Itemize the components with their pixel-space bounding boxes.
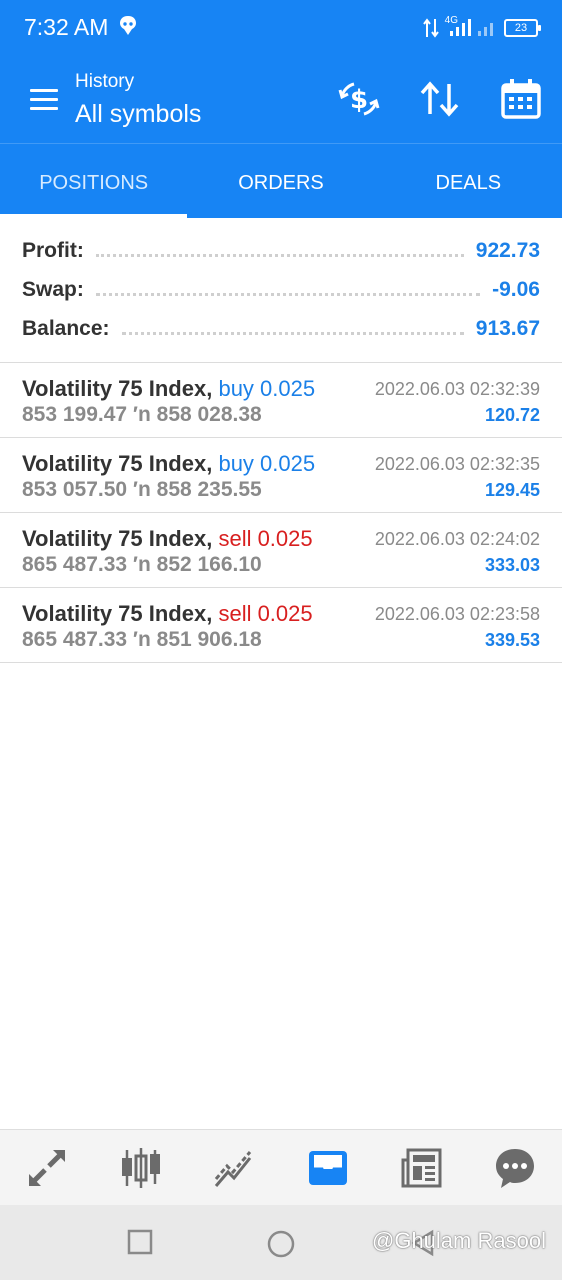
position-prices: 853 199.47 ′n 858 028.38 [22, 403, 262, 426]
balance-row: Balance: 913.67 [22, 315, 540, 343]
status-indicators: 4G 23 [422, 14, 541, 40]
nav-quotes[interactable] [0, 1130, 94, 1205]
notification-icon [120, 16, 136, 35]
currency-exchange-icon[interactable]: $ [336, 76, 382, 122]
quotes-arrows-icon [28, 1149, 65, 1186]
position-symbol: Volatility 75 Index, [22, 376, 213, 401]
battery-level: 23 [514, 22, 528, 34]
dotted-leader [95, 253, 464, 257]
network-type: 4G [444, 14, 458, 26]
balance-label: Balance: [22, 317, 110, 340]
position-prices: 865 487.33 ′n 851 906.18 [22, 628, 262, 651]
battery-icon: 23 [504, 19, 541, 37]
position-direction: buy 0.025 [218, 451, 316, 476]
summary-panel: Profit: 922.73 Swap: -9.06 Balance: 913.… [0, 218, 562, 363]
position-symbol: Volatility 75 Index, [22, 451, 213, 476]
status-bar: 7:32 AM 4G 23 [0, 0, 562, 56]
swap-value: -9.06 [492, 278, 540, 301]
position-time: 2022.06.03 02:24:02 [374, 529, 540, 549]
nav-news[interactable] [375, 1130, 469, 1205]
position-direction: sell 0.025 [218, 601, 313, 626]
dotted-leader [95, 292, 481, 296]
swap-label: Swap: [22, 278, 84, 301]
trend-icon [215, 1150, 252, 1187]
position-direction: buy 0.025 [218, 376, 316, 401]
nav-chart[interactable] [94, 1130, 188, 1205]
position-direction: sell 0.025 [218, 526, 313, 551]
position-symbol-line: Volatility 75 Index, buy 0.025 [22, 376, 315, 402]
watermark: @Ghulam Rasool [372, 1228, 546, 1253]
menu-icon [30, 89, 58, 92]
home-icon[interactable] [266, 1229, 296, 1259]
profit-row: Profit: 922.73 [22, 237, 540, 265]
menu-icon-bar [30, 107, 58, 110]
data-transfer-icon [422, 18, 439, 38]
position-row[interactable]: Volatility 75 Index, sell 0.025 865 487.… [0, 513, 562, 588]
svg-text:$: $ [350, 85, 368, 115]
page-subtitle: History [75, 71, 135, 92]
nav-trade[interactable] [187, 1130, 281, 1205]
profit-value: 922.73 [475, 239, 540, 262]
position-symbol: Volatility 75 Index, [22, 526, 213, 551]
balance-value: 913.67 [475, 317, 540, 340]
positions-list: Volatility 75 Index, buy 0.025 853 199.4… [0, 363, 562, 663]
tab-deals[interactable]: DEALS [375, 144, 562, 218]
position-profit: 339.53 [484, 630, 540, 650]
recent-apps-icon[interactable] [127, 1229, 153, 1255]
chat-icon [496, 1148, 535, 1188]
news-icon [401, 1148, 442, 1187]
position-row[interactable]: Volatility 75 Index, sell 0.025 865 487.… [0, 588, 562, 663]
bottom-navigation [0, 1129, 562, 1205]
position-time: 2022.06.03 02:32:35 [374, 454, 540, 474]
tab-positions[interactable]: POSITIONS [0, 144, 188, 218]
position-time: 2022.06.03 02:23:58 [374, 604, 540, 624]
swap-row: Swap: -9.06 [22, 276, 540, 304]
dotted-leader [121, 331, 464, 335]
page-title[interactable]: All symbols [75, 100, 201, 129]
position-row[interactable]: Volatility 75 Index, buy 0.025 853 199.4… [0, 363, 562, 438]
top-header: 7:32 AM 4G 23 History All symbols $ [0, 0, 562, 143]
position-row[interactable]: Volatility 75 Index, buy 0.025 853 057.5… [0, 438, 562, 513]
position-symbol: Volatility 75 Index, [22, 601, 213, 626]
position-symbol-line: Volatility 75 Index, buy 0.025 [22, 451, 315, 477]
inbox-icon [308, 1150, 347, 1185]
app-bar: History All symbols $ [0, 56, 562, 143]
position-profit: 120.72 [484, 405, 540, 425]
history-tabs: POSITIONS ORDERS DEALS [0, 143, 562, 218]
sort-icon[interactable] [417, 76, 463, 122]
calendar-icon[interactable] [498, 76, 544, 122]
position-prices: 853 057.50 ′n 858 235.55 [22, 478, 262, 501]
tab-orders[interactable]: ORDERS [187, 144, 374, 218]
position-symbol-line: Volatility 75 Index, sell 0.025 [22, 526, 313, 552]
position-profit: 129.45 [484, 480, 540, 500]
menu-button[interactable] [22, 80, 66, 120]
position-profit: 333.03 [484, 555, 540, 575]
nav-history[interactable] [281, 1130, 375, 1205]
candlestick-icon [121, 1147, 160, 1188]
position-time: 2022.06.03 02:32:39 [374, 379, 540, 399]
position-prices: 865 487.33 ′n 852 166.10 [22, 553, 262, 576]
menu-icon-bar [30, 98, 58, 101]
nav-messages[interactable] [468, 1130, 562, 1205]
position-symbol-line: Volatility 75 Index, sell 0.025 [22, 601, 313, 627]
status-time: 7:32 AM [24, 14, 109, 40]
profit-label: Profit: [22, 239, 84, 262]
